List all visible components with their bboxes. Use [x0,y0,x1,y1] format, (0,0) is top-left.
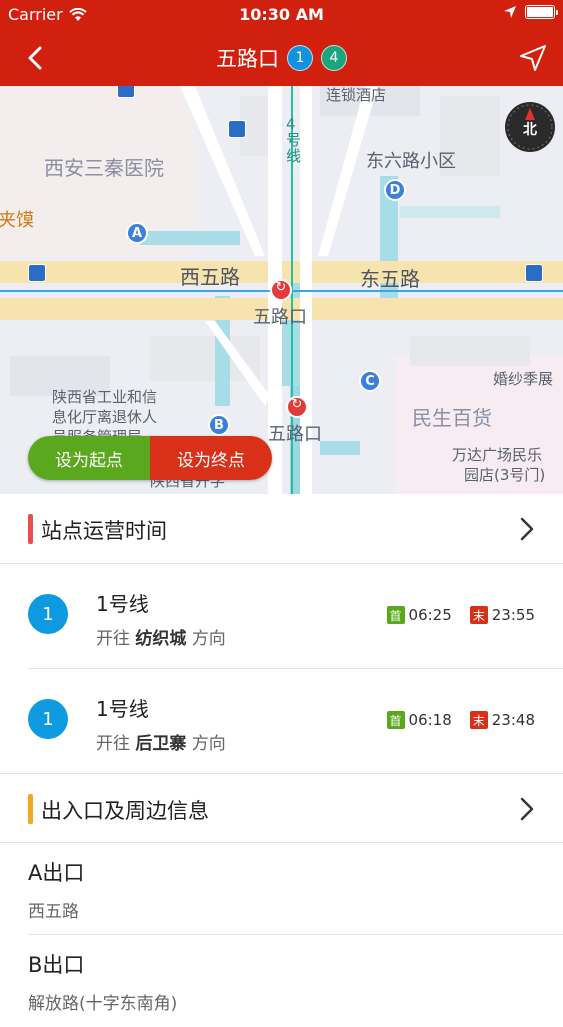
bus-stop-icon[interactable] [228,120,246,138]
service-times: 首 06:18 末 23:48 [386,711,535,729]
schedule-row[interactable]: 1 1号线 开往 后卫寨 方向 首 06:18 末 23:48 [0,669,563,774]
map-label-road-east: 东五路 [360,267,420,291]
set-end-button[interactable]: 设为终点 [150,436,272,480]
bus-stop-icon[interactable] [28,264,46,282]
exit-name: A出口 [28,861,85,885]
chevron-right-icon [520,517,534,541]
operating-hours-header[interactable]: 站点运营时间 [0,494,563,564]
navigate-icon[interactable] [517,42,549,74]
first-train-time: 06:18 [408,711,452,729]
exit-name: B出口 [28,953,85,977]
map-label-hospital: 西安三秦医院 [44,156,164,180]
map-label-line4: 4号线 [286,115,302,165]
line-1-badge: 1 [28,699,68,739]
exit-list-item[interactable]: B出口 解放路(十字东南角) [0,935,563,1027]
clock: 10:30 AM [239,5,324,24]
map-label-wanda-2: 园店(3号门) [464,466,546,484]
line-4-badge: 4 [321,45,347,71]
service-times: 首 06:25 末 23:55 [386,606,535,624]
route-endpoint-buttons: 设为起点 设为终点 [28,436,272,480]
map-label-store: 民生百货 [412,406,492,430]
map-label-gov-2: 息化厅离退休人 [52,408,158,426]
map-label-road-west: 西五路 [180,265,240,289]
section-accent-bar [28,794,33,824]
exit-address: 解放路(十字东南角) [28,994,178,1014]
direction-prefix: 开往 [96,734,130,754]
exit-c-marker[interactable]: C [359,370,381,392]
map-label-station-1: 五路口 [253,307,307,328]
line-1-badge: 1 [287,45,313,71]
exit-b-marker[interactable]: B [208,414,230,436]
battery-icon [525,5,558,19]
metro-station-icon[interactable] [270,279,292,301]
line-name: 1号线 [96,592,149,616]
line-name: 1号线 [96,697,149,721]
exit-a-marker[interactable]: A [126,222,148,244]
location-arrow-icon [504,6,516,18]
first-train-tag: 首 [386,606,405,624]
line-direction: 开往 后卫寨 方向 [96,729,226,754]
last-train-time: 23:48 [491,711,535,729]
map-label-station-2: 五路口 [268,424,322,445]
metro-station-icon[interactable] [286,396,308,418]
bus-stop-icon[interactable] [525,264,543,282]
map-label-shop: 夹馍 [0,210,34,231]
first-train-tag: 首 [386,711,405,729]
exits-header[interactable]: 出入口及周边信息 [0,773,563,843]
operating-hours-title: 站点运营时间 [41,519,167,543]
chevron-right-icon [520,797,534,821]
map-label-hotel: 连锁酒店 [326,86,387,104]
direction-suffix: 方向 [191,734,226,754]
direction-prefix: 开往 [96,629,130,649]
map-label-wanda-1: 万达广场民乐 [452,446,543,464]
terminal-station: 后卫寨 [135,734,187,754]
first-train-time: 06:25 [408,606,452,624]
exit-list-item[interactable]: A出口 西五路 [0,843,563,935]
direction-suffix: 方向 [191,629,226,649]
last-train-tag: 末 [469,606,488,624]
map-label-wedding: 婚纱季展 [493,370,554,388]
schedule-row[interactable]: 1 1号线 开往 纺织城 方向 首 06:25 末 23:55 [0,564,563,669]
last-train-tag: 末 [469,711,488,729]
exits-title: 出入口及周边信息 [41,799,209,823]
nav-bar: 五路口 1 4 [0,30,563,86]
section-accent-bar [28,514,33,544]
exit-d-marker[interactable]: D [384,179,406,201]
line-1-badge: 1 [28,594,68,634]
map-label-gov-1: 陕西省工业和信 [52,388,158,406]
last-train-time: 23:55 [491,606,535,624]
page-title: 五路口 [216,47,279,71]
bus-stop-icon[interactable] [117,86,135,98]
map-label-community: 东六路小区 [366,151,456,172]
compass-icon[interactable]: 北 [505,102,555,152]
compass-north-label: 北 [523,122,537,138]
line-direction: 开往 纺织城 方向 [96,624,226,649]
station-map[interactable]: 西安三秦医院 西五路 东五路 五路口 五路口 4号线 连锁酒店 东六路小区 夹馍… [0,86,563,494]
status-bar: Carrier 10:30 AM [0,0,563,30]
exit-address: 西五路 [28,902,79,922]
set-start-button[interactable]: 设为起点 [28,436,150,480]
terminal-station: 纺织城 [135,629,187,649]
